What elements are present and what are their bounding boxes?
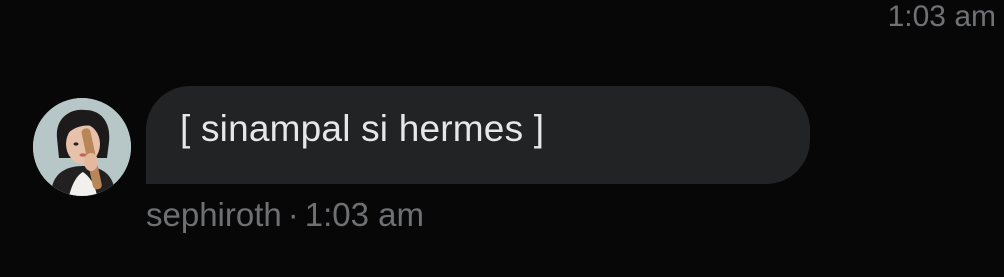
message-bubble[interactable]: [ sinampal si hermes ] [146,86,810,184]
message-text: [ sinampal si hermes ] [180,108,545,149]
previous-message-timestamp: 1:03 am [887,0,996,33]
sender-name[interactable]: sephiroth [146,196,282,233]
user-avatar[interactable] [33,98,131,196]
message-timestamp: 1:03 am [304,196,425,233]
avatar-illustration-icon [33,98,131,196]
message-meta: sephiroth · 1:03 am [146,195,424,235]
meta-separator: · [287,196,299,233]
chat-thread: 1:03 am [sinampal si hermes] sephiroth… [0,0,1004,277]
message-row: [ sinampal si hermes ] [33,86,813,196]
